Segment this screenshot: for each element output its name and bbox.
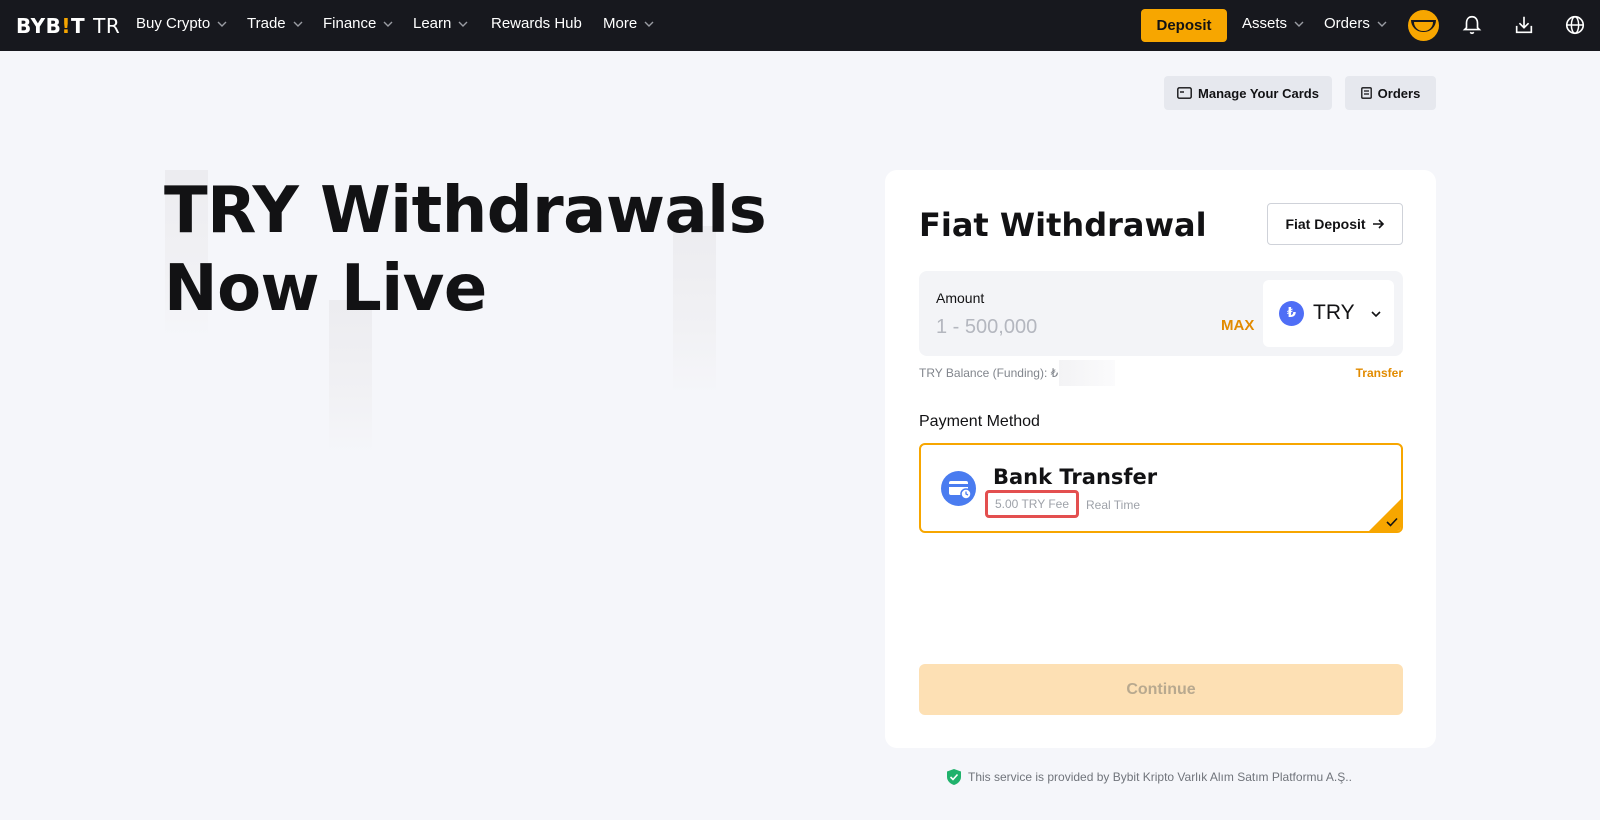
chevron-down-icon [293, 21, 303, 27]
chevron-down-icon [383, 21, 393, 27]
hero-heading: TRY Withdrawals Now Live [164, 172, 767, 328]
max-button[interactable]: MAX [1221, 317, 1254, 334]
service-provider-text: This service is provided by Bybit Kripto… [968, 770, 1352, 784]
nav-item-buy-crypto[interactable]: Buy Crypto [136, 15, 228, 32]
manage-cards-button[interactable]: Manage Your Cards [1164, 76, 1332, 110]
nav-item-label: Buy Crypto [136, 15, 211, 32]
balance-label: TRY Balance (Funding): ₺ [919, 366, 1059, 380]
nav-item-finance[interactable]: Finance [323, 15, 394, 32]
nav-item-label: Assets [1242, 15, 1288, 32]
nav-item-trade[interactable]: Trade [247, 15, 304, 32]
hero-line-1: TRY Withdrawals [164, 174, 767, 248]
payment-method-label: Payment Method [919, 413, 1040, 430]
logo-main: BYB [16, 14, 62, 38]
top-nav: BYB! T TR Buy Crypto Trade Finance Learn … [0, 0, 1600, 51]
fiat-withdrawal-card: Fiat Withdrawal Fiat Deposit Amount MAX … [885, 170, 1436, 748]
chevron-down-icon [1294, 21, 1304, 27]
nav-item-label: Learn [413, 15, 452, 32]
chevron-down-icon [1371, 311, 1381, 318]
card-title: Fiat Withdrawal [919, 206, 1207, 244]
fee-badge: 5.00 TRY Fee [985, 490, 1079, 518]
chevron-down-icon [217, 21, 227, 27]
bell-icon[interactable] [1458, 11, 1486, 39]
amount-label: Amount [936, 290, 985, 306]
download-icon[interactable] [1510, 11, 1538, 39]
avatar[interactable] [1408, 10, 1439, 41]
fiat-deposit-label: Fiat Deposit [1285, 216, 1366, 232]
continue-button[interactable]: Continue [919, 664, 1403, 715]
nav-item-orders[interactable]: Orders [1324, 15, 1388, 32]
lira-coin-icon: ₺ [1279, 301, 1304, 326]
arrow-right-icon [1372, 219, 1384, 229]
nav-item-label: Trade [247, 15, 286, 32]
fiat-deposit-button[interactable]: Fiat Deposit [1267, 203, 1403, 245]
logo-end: T [71, 14, 86, 38]
transfer-link[interactable]: Transfer [1356, 366, 1403, 380]
orders-label: Orders [1377, 85, 1421, 101]
processing-speed: Real Time [1086, 498, 1141, 512]
globe-icon[interactable] [1561, 11, 1589, 39]
bank-card-icon [941, 471, 976, 506]
currency-code: TRY [1313, 301, 1355, 324]
chevron-down-icon [1377, 21, 1387, 27]
document-icon [1360, 87, 1372, 99]
payment-option-bank-transfer[interactable]: Bank Transfer 5.00 TRY Fee Real Time [919, 443, 1403, 533]
manage-cards-label: Manage Your Cards [1198, 85, 1319, 101]
service-provider-note: This service is provided by Bybit Kripto… [946, 768, 1352, 786]
orders-button[interactable]: Orders [1345, 76, 1436, 110]
nav-item-more[interactable]: More [603, 15, 655, 32]
nav-item-label: Orders [1324, 15, 1370, 32]
amount-input[interactable] [936, 312, 1216, 342]
nav-item-label: More [603, 15, 638, 32]
card-icon [1177, 87, 1192, 99]
chevron-down-icon [458, 21, 468, 27]
logo-suffix: TR [93, 14, 121, 38]
nav-item-assets[interactable]: Assets [1242, 15, 1305, 32]
bybit-logo[interactable]: BYB! T TR [16, 14, 120, 38]
payment-method-name: Bank Transfer [993, 465, 1158, 489]
amount-field: Amount MAX ₺ TRY [919, 271, 1403, 356]
nav-item-rewards-hub[interactable]: Rewards Hub [491, 15, 582, 32]
balance-row: TRY Balance (Funding): ₺ Transfer [919, 360, 1403, 386]
balance-hidden-value [1059, 360, 1115, 386]
currency-select[interactable]: ₺ TRY [1263, 280, 1394, 347]
logo-bang: ! [61, 14, 72, 38]
nav-item-label: Finance [323, 15, 377, 32]
nav-item-label: Rewards Hub [491, 15, 582, 32]
shield-check-icon [947, 769, 961, 785]
deposit-button[interactable]: Deposit [1141, 9, 1227, 42]
check-icon [1386, 517, 1398, 527]
nav-item-learn[interactable]: Learn [413, 15, 469, 32]
hero-line-2: Now Live [164, 252, 487, 326]
chevron-down-icon [644, 21, 654, 27]
